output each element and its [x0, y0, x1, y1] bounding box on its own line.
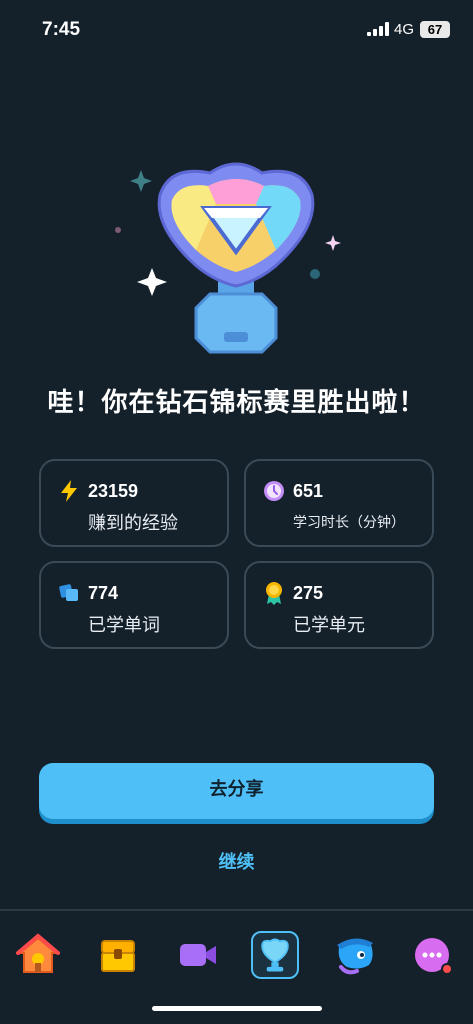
stat-label: 已学单元	[293, 615, 365, 636]
tab-characters[interactable]	[331, 931, 379, 979]
stat-label: 已学单词	[88, 615, 160, 636]
stat-value: 774	[88, 583, 119, 603]
stat-label: 赚到的经验	[88, 513, 178, 534]
status-bar: 7:45 4G 67	[0, 0, 473, 58]
network-type: 4G	[394, 21, 415, 38]
battery-icon: 67	[420, 21, 450, 38]
signal-icon	[367, 22, 389, 36]
victory-headline: 哇！你在钻石锦标赛里胜出啦！	[47, 388, 426, 418]
share-button[interactable]: 去分享	[39, 763, 434, 819]
tab-home[interactable]	[14, 931, 62, 979]
stat-card-time: 651 学习时长（分钟）	[244, 459, 434, 547]
more-icon	[415, 938, 453, 975]
stat-value: 651	[293, 481, 324, 501]
home-icon	[16, 933, 60, 973]
tab-video[interactable]	[174, 931, 222, 979]
tab-more[interactable]	[410, 931, 458, 979]
stat-card-units: 275 已学单元	[244, 561, 434, 649]
trophy-icon	[261, 938, 289, 972]
tab-treasure[interactable]	[94, 931, 142, 979]
stat-label: 学习时长（分钟）	[293, 515, 405, 531]
battery-level: 67	[427, 22, 443, 37]
stat-card-xp: 23159 赚到的经验	[39, 459, 229, 547]
lightning-icon	[61, 480, 77, 502]
stat-value: 275	[293, 583, 324, 603]
medal-icon	[266, 582, 282, 605]
character-icon	[337, 938, 373, 975]
treasure-chest-icon	[101, 940, 135, 972]
status-time: 7:45	[42, 19, 81, 40]
video-camera-icon	[180, 944, 216, 966]
stat-card-words: 774 已学单词	[39, 561, 229, 649]
stat-value: 23159	[88, 481, 139, 501]
diamond-trophy-icon	[115, 162, 341, 354]
tab-leaderboard[interactable]	[251, 931, 299, 979]
clock-icon	[264, 481, 284, 501]
continue-button[interactable]: 继续	[0, 848, 473, 874]
cards-icon	[59, 584, 78, 601]
home-indicator	[152, 1006, 322, 1011]
